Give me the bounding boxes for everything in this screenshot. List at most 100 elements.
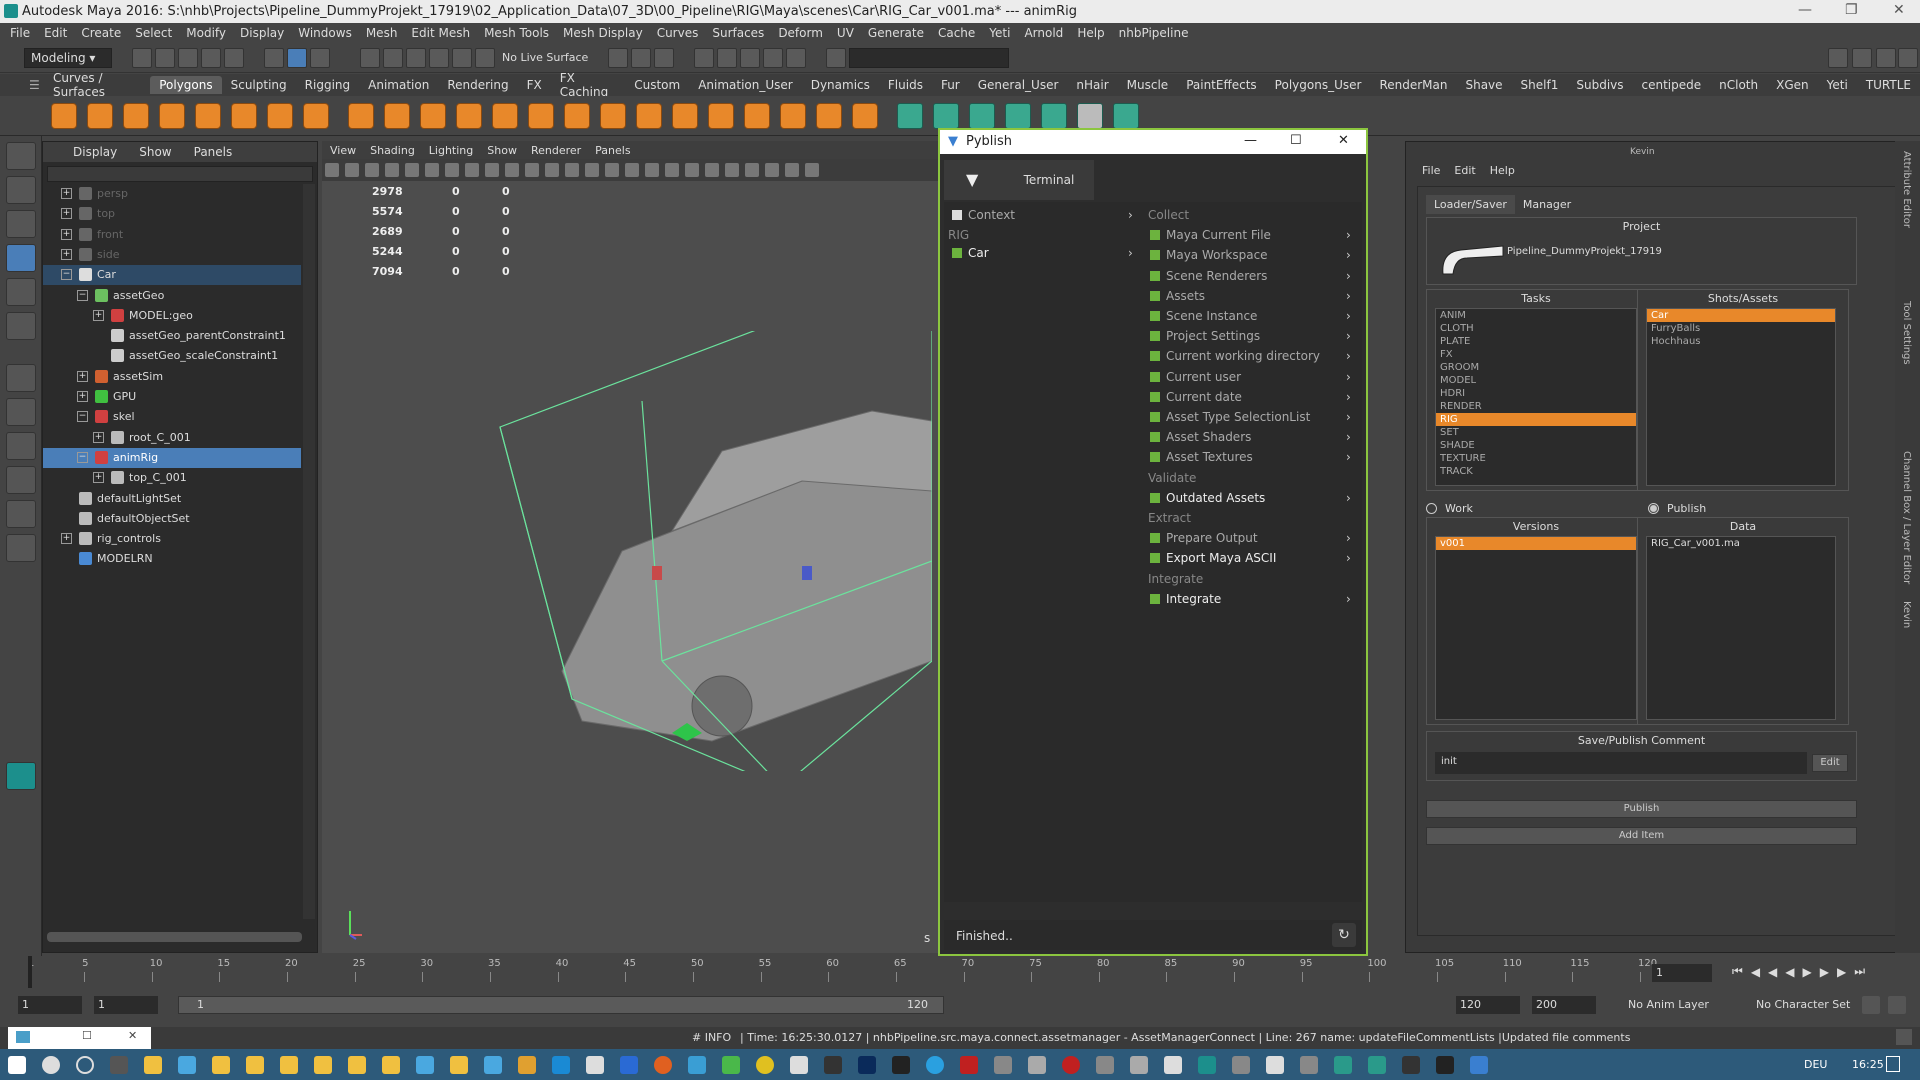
expand-toggle-icon[interactable]: − xyxy=(77,451,88,463)
outliner-item-animrig[interactable]: − animRig xyxy=(43,447,301,468)
mail-icon[interactable] xyxy=(620,1055,638,1074)
motion-blur-icon[interactable] xyxy=(665,163,679,177)
extrude-icon[interactable] xyxy=(564,102,590,129)
time-slider[interactable]: 1510152025303540455055606570758085909510… xyxy=(0,956,1920,988)
app-icon-2[interactable] xyxy=(722,1055,740,1074)
folder-icon-5[interactable] xyxy=(280,1055,298,1074)
menu-edit-mesh[interactable]: Edit Mesh xyxy=(411,26,470,40)
shelf-tab-sculpting[interactable]: Sculpting xyxy=(222,76,296,94)
step-forward-icon[interactable]: ▶ xyxy=(1820,965,1829,979)
comment-field[interactable]: init xyxy=(1435,752,1807,774)
outliner-vscroll[interactable] xyxy=(303,184,315,919)
pyblish-close-icon[interactable]: ✕ xyxy=(1338,133,1349,148)
poly-pipe-icon[interactable] xyxy=(303,102,329,129)
outliner-item-assetgeo[interactable]: − assetGeo xyxy=(43,286,301,306)
radio-work-circle[interactable] xyxy=(1426,503,1437,514)
search-icon[interactable] xyxy=(42,1055,60,1074)
shelf-tab-animation-user[interactable]: Animation_User xyxy=(689,76,802,94)
app-icon-17[interactable] xyxy=(1402,1055,1420,1074)
outliner-item-root-c-001[interactable]: + root_C_001 xyxy=(43,428,301,448)
shelf-tab-general-user[interactable]: General_User xyxy=(969,76,1068,94)
app-icon-8[interactable] xyxy=(1062,1055,1080,1074)
hypershade-icon[interactable] xyxy=(786,47,807,68)
undo-icon[interactable] xyxy=(201,47,221,68)
smooth-icon[interactable] xyxy=(456,102,482,129)
plugin-checkbox[interactable] xyxy=(1150,412,1160,422)
skype-icon[interactable] xyxy=(926,1055,944,1074)
shelf-tab-turtle[interactable]: TURTLE xyxy=(1857,76,1920,94)
shelf-tab-dynamics[interactable]: Dynamics xyxy=(802,76,879,94)
outliner-item-rig-controls[interactable]: + rig_controls xyxy=(43,529,301,549)
edit-button[interactable]: Edit xyxy=(1812,754,1848,772)
plugin-checkbox[interactable] xyxy=(1150,553,1160,564)
version-item-v001[interactable]: v001 xyxy=(1436,537,1636,550)
filezilla-icon[interactable] xyxy=(960,1055,978,1074)
shelf-menu-icon[interactable]: ☰ xyxy=(20,76,49,94)
expand-toggle-icon[interactable]: − xyxy=(77,411,88,423)
plugin-maya-current-file[interactable]: Maya Current File › xyxy=(1150,228,1360,248)
playback-start-field[interactable]: 1 xyxy=(94,996,158,1014)
plugin-prepare-output[interactable]: Prepare Output › xyxy=(1150,531,1360,551)
grid-icon[interactable] xyxy=(405,163,419,177)
app-icon-11[interactable] xyxy=(1164,1055,1182,1074)
chrome-icon[interactable] xyxy=(756,1055,774,1074)
tab-terminal[interactable]: Terminal xyxy=(1004,160,1094,200)
windows-start-icon[interactable] xyxy=(8,1055,26,1074)
side-tab-channel-box-layer-editor[interactable]: Channel Box / Layer Editor xyxy=(1901,451,1912,584)
restore-icon[interactable]: ❐ xyxy=(1845,2,1858,18)
camera-icon[interactable] xyxy=(325,163,339,177)
edge-icon[interactable] xyxy=(552,1055,570,1074)
app-icon-12[interactable] xyxy=(1232,1055,1250,1074)
plugin-checkbox[interactable] xyxy=(1150,492,1160,503)
viewport-menu-panels[interactable]: Panels xyxy=(595,144,630,157)
lights-icon[interactable] xyxy=(605,163,619,177)
shelf-tab-xgen[interactable]: XGen xyxy=(1767,76,1818,94)
plugin-project-settings[interactable]: Project Settings › xyxy=(1150,329,1360,349)
current-frame-field[interactable]: 1 xyxy=(1652,964,1712,982)
plugin-scene-instance[interactable]: Scene Instance › xyxy=(1150,309,1360,329)
input-ops-icon[interactable] xyxy=(631,47,652,68)
expand-toggle-icon[interactable]: + xyxy=(77,391,88,402)
uv-editor-icon[interactable] xyxy=(852,102,878,129)
task-item-set[interactable]: SET xyxy=(1436,426,1636,439)
custom-tool-icon-5[interactable] xyxy=(1041,102,1067,129)
step-back-key-icon[interactable]: ◀ xyxy=(1751,965,1760,979)
add-item-button[interactable]: Add Item xyxy=(1426,827,1857,845)
outliner-item-car[interactable]: − Car xyxy=(43,265,301,286)
live-surface-label[interactable]: No Live Surface xyxy=(502,51,588,64)
menu-create[interactable]: Create xyxy=(81,26,121,40)
ao-icon[interactable] xyxy=(645,163,659,177)
select-object-icon[interactable] xyxy=(287,47,307,68)
store-icon[interactable] xyxy=(586,1055,604,1074)
poly-cone-icon[interactable] xyxy=(159,102,185,129)
shot-item-car[interactable]: Car xyxy=(1647,309,1835,322)
lasso-tool-icon[interactable] xyxy=(5,176,36,204)
lang-indicator[interactable]: DEU xyxy=(1804,1058,1827,1071)
plugin-export-maya-ascii[interactable]: Export Maya ASCII › xyxy=(1150,551,1360,571)
gamma-icon[interactable] xyxy=(805,163,819,177)
poly-sphere-icon[interactable] xyxy=(51,102,77,129)
app-icon-9[interactable] xyxy=(1096,1055,1114,1074)
task-item-track[interactable]: TRACK xyxy=(1436,465,1636,478)
plugin-checkbox[interactable] xyxy=(1150,391,1160,402)
plugin-checkbox[interactable] xyxy=(1150,452,1160,463)
plugin-checkbox[interactable] xyxy=(1150,270,1160,281)
outliner-item-modelrn[interactable]: MODELRN xyxy=(43,549,301,569)
radio-work[interactable]: Work xyxy=(1426,502,1473,515)
shadows-icon[interactable] xyxy=(625,163,639,177)
film-gate-icon[interactable] xyxy=(425,163,439,177)
prefs-icon[interactable] xyxy=(1888,996,1906,1014)
shelf-tab-fx[interactable]: FX xyxy=(518,76,551,94)
field-chart-icon[interactable] xyxy=(485,163,499,177)
multicut-icon[interactable] xyxy=(600,102,626,129)
plugin-checkbox[interactable] xyxy=(1150,250,1160,261)
manager-tab-loader-saver[interactable]: Loader/Saver xyxy=(1426,195,1515,214)
viewport-menu-shading[interactable]: Shading xyxy=(370,144,415,157)
go-end-icon[interactable]: ⏭ xyxy=(1854,964,1865,979)
shelf-tab-shelf1[interactable]: Shelf1 xyxy=(1512,76,1568,94)
viewport-menu-view[interactable]: View xyxy=(330,144,356,157)
app-icon-1[interactable] xyxy=(688,1055,706,1074)
manager-tab-manager[interactable]: Manager xyxy=(1515,195,1579,214)
photoshop-icon[interactable] xyxy=(858,1055,876,1074)
tab-artist[interactable]: ▼ xyxy=(944,160,1004,200)
